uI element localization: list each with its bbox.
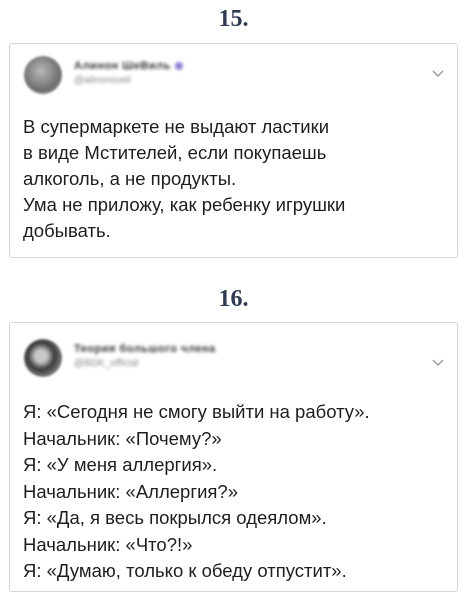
author-name[interactable]: Алинон ШеВиль <box>74 60 183 72</box>
tweet-card-15: Алинон ШеВиль @alinonsveil В супермаркет… <box>9 43 458 258</box>
author-name[interactable]: Теория большого члена <box>74 343 216 355</box>
avatar[interactable] <box>24 56 62 94</box>
chevron-down-icon[interactable] <box>431 357 445 367</box>
avatar[interactable] <box>24 339 62 377</box>
post-number-16: 16. <box>218 286 249 312</box>
author-handle[interactable]: @BDK_official <box>74 358 138 369</box>
author-handle[interactable]: @alinonsveil <box>74 75 131 86</box>
chevron-down-icon[interactable] <box>431 68 445 78</box>
post-number-15: 15. <box>218 6 249 32</box>
tweet-text: Я: «Сегодня не смогу выйти на работу». Н… <box>23 401 370 581</box>
tweet-text: В супермаркете не выдают ластики в виде … <box>23 116 346 241</box>
verified-badge-icon <box>174 62 183 71</box>
tweet-card-16: Теория большого члена @BDK_official Я: «… <box>9 322 458 592</box>
